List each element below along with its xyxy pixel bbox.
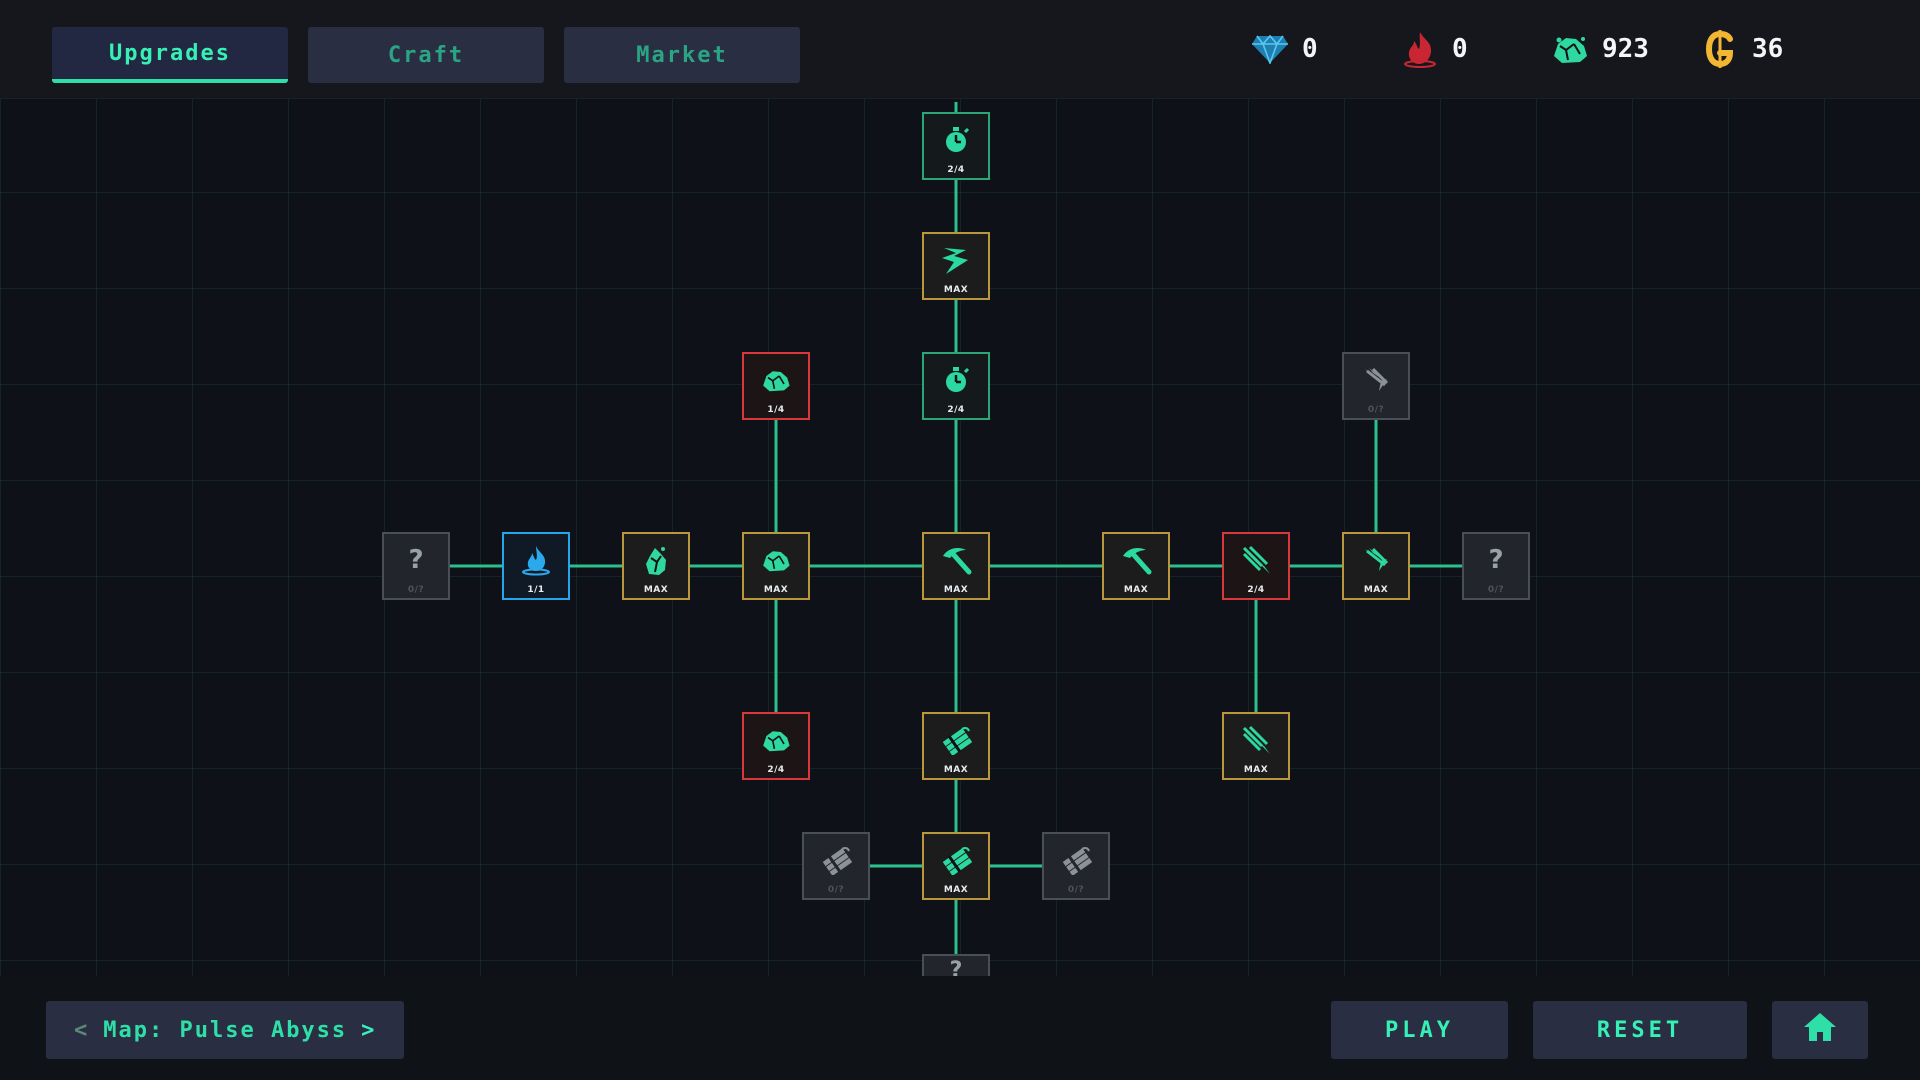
question-icon: ? (1488, 545, 1504, 575)
resource-flame: 0 (1400, 24, 1468, 74)
play-button[interactable]: PLAY (1331, 1001, 1508, 1059)
dynamite-icon (804, 842, 868, 878)
node-dynamite-upper[interactable]: MAX (922, 712, 990, 780)
pickaxe-icon (1104, 542, 1168, 578)
claw-icon (1344, 362, 1408, 398)
node-ore-cluster[interactable]: MAX (622, 532, 690, 600)
dynamite-icon (924, 842, 988, 878)
game-screen: Upgrades Craft Market 0 0 923 36 2/4 MAX… (0, 0, 1920, 1080)
node-dynamite-locked-right[interactable]: 0/? (1042, 832, 1110, 900)
node-claw-locked[interactable]: 0/? (1342, 352, 1410, 420)
ore-count: 923 (1602, 34, 1649, 64)
reset-button[interactable]: RESET (1533, 1001, 1747, 1059)
node-ore-down[interactable]: 2/4 (742, 712, 810, 780)
node-level: MAX (943, 885, 969, 895)
node-ore-up[interactable]: 1/4 (742, 352, 810, 420)
node-mystery-left[interactable]: ? 0/? (382, 532, 450, 600)
map-prev-button[interactable]: < (74, 1018, 89, 1043)
ore-icon (744, 722, 808, 758)
pickaxe-icon (924, 542, 988, 578)
question-icon: ? (949, 958, 963, 976)
flame-count: 0 (1452, 34, 1468, 64)
diamond-icon (1250, 29, 1290, 69)
node-claw-right[interactable]: MAX (1342, 532, 1410, 600)
map-selector: < Map: Pulse Abyss > (46, 1001, 404, 1059)
claw-icon (1344, 542, 1408, 578)
map-next-button[interactable]: > (361, 1018, 376, 1043)
node-level: 0/? (407, 585, 425, 595)
node-level: MAX (1243, 765, 1269, 775)
blue-flame-icon (504, 542, 568, 578)
node-level: MAX (763, 585, 789, 595)
node-level: 2/4 (1247, 585, 1265, 595)
dynamite-icon (1044, 842, 1108, 878)
node-dynamite-lower[interactable]: MAX (922, 832, 990, 900)
node-level: MAX (943, 765, 969, 775)
node-slash-down[interactable]: MAX (1222, 712, 1290, 780)
node-timer-mid[interactable]: 2/4 (922, 352, 990, 420)
node-dynamite-locked-left[interactable]: 0/? (802, 832, 870, 900)
ore-icon (1550, 29, 1590, 69)
dynamite-icon (924, 722, 988, 758)
resource-ore: 923 (1550, 24, 1649, 74)
slash-icon (1224, 542, 1288, 578)
gold-count: 36 (1752, 34, 1784, 64)
stopwatch-icon (924, 122, 988, 158)
node-level: 2/4 (947, 165, 965, 175)
node-mystery-right[interactable]: ? 0/? (1462, 532, 1530, 600)
lightning-icon (924, 242, 988, 278)
node-level: MAX (943, 585, 969, 595)
node-mystery-bottom[interactable]: ? (922, 954, 990, 976)
tab-craft[interactable]: Craft (308, 27, 544, 83)
tab-upgrades[interactable]: Upgrades (52, 27, 288, 83)
stopwatch-icon (924, 362, 988, 398)
node-slash-red[interactable]: 2/4 (1222, 532, 1290, 600)
node-level: MAX (643, 585, 669, 595)
node-level: 2/4 (947, 405, 965, 415)
node-level: 1/4 (767, 405, 785, 415)
node-level: 2/4 (767, 765, 785, 775)
node-fire-blue[interactable]: 1/1 (502, 532, 570, 600)
gold-coin-icon (1700, 29, 1740, 69)
resource-gold: 36 (1700, 24, 1783, 74)
node-level: MAX (943, 285, 969, 295)
home-button[interactable] (1772, 1001, 1868, 1059)
map-name: Map: Pulse Abyss (103, 1017, 348, 1043)
node-bolt[interactable]: MAX (922, 232, 990, 300)
node-level: 1/1 (527, 585, 545, 595)
node-pickaxe-right[interactable]: MAX (1102, 532, 1170, 600)
tab-market[interactable]: Market (564, 27, 800, 83)
node-pickaxe-center[interactable]: MAX (922, 532, 990, 600)
ore-cluster-icon (624, 542, 688, 578)
node-level: 0/? (1367, 405, 1385, 415)
flame-icon (1400, 29, 1440, 69)
node-level: 0/? (827, 885, 845, 895)
node-level: MAX (1363, 585, 1389, 595)
question-icon: ? (408, 545, 424, 575)
node-level: 0/? (1487, 585, 1505, 595)
ore-icon (744, 542, 808, 578)
home-icon (1802, 1011, 1838, 1049)
ore-icon (744, 362, 808, 398)
node-timer-top[interactable]: 2/4 (922, 112, 990, 180)
node-level: 0/? (1067, 885, 1085, 895)
node-level: MAX (1123, 585, 1149, 595)
resource-diamond: 0 (1250, 24, 1318, 74)
diamond-count: 0 (1302, 34, 1318, 64)
slash-icon (1224, 722, 1288, 758)
top-bar: Upgrades Craft Market 0 0 923 36 (0, 0, 1920, 99)
node-ore-center-left[interactable]: MAX (742, 532, 810, 600)
